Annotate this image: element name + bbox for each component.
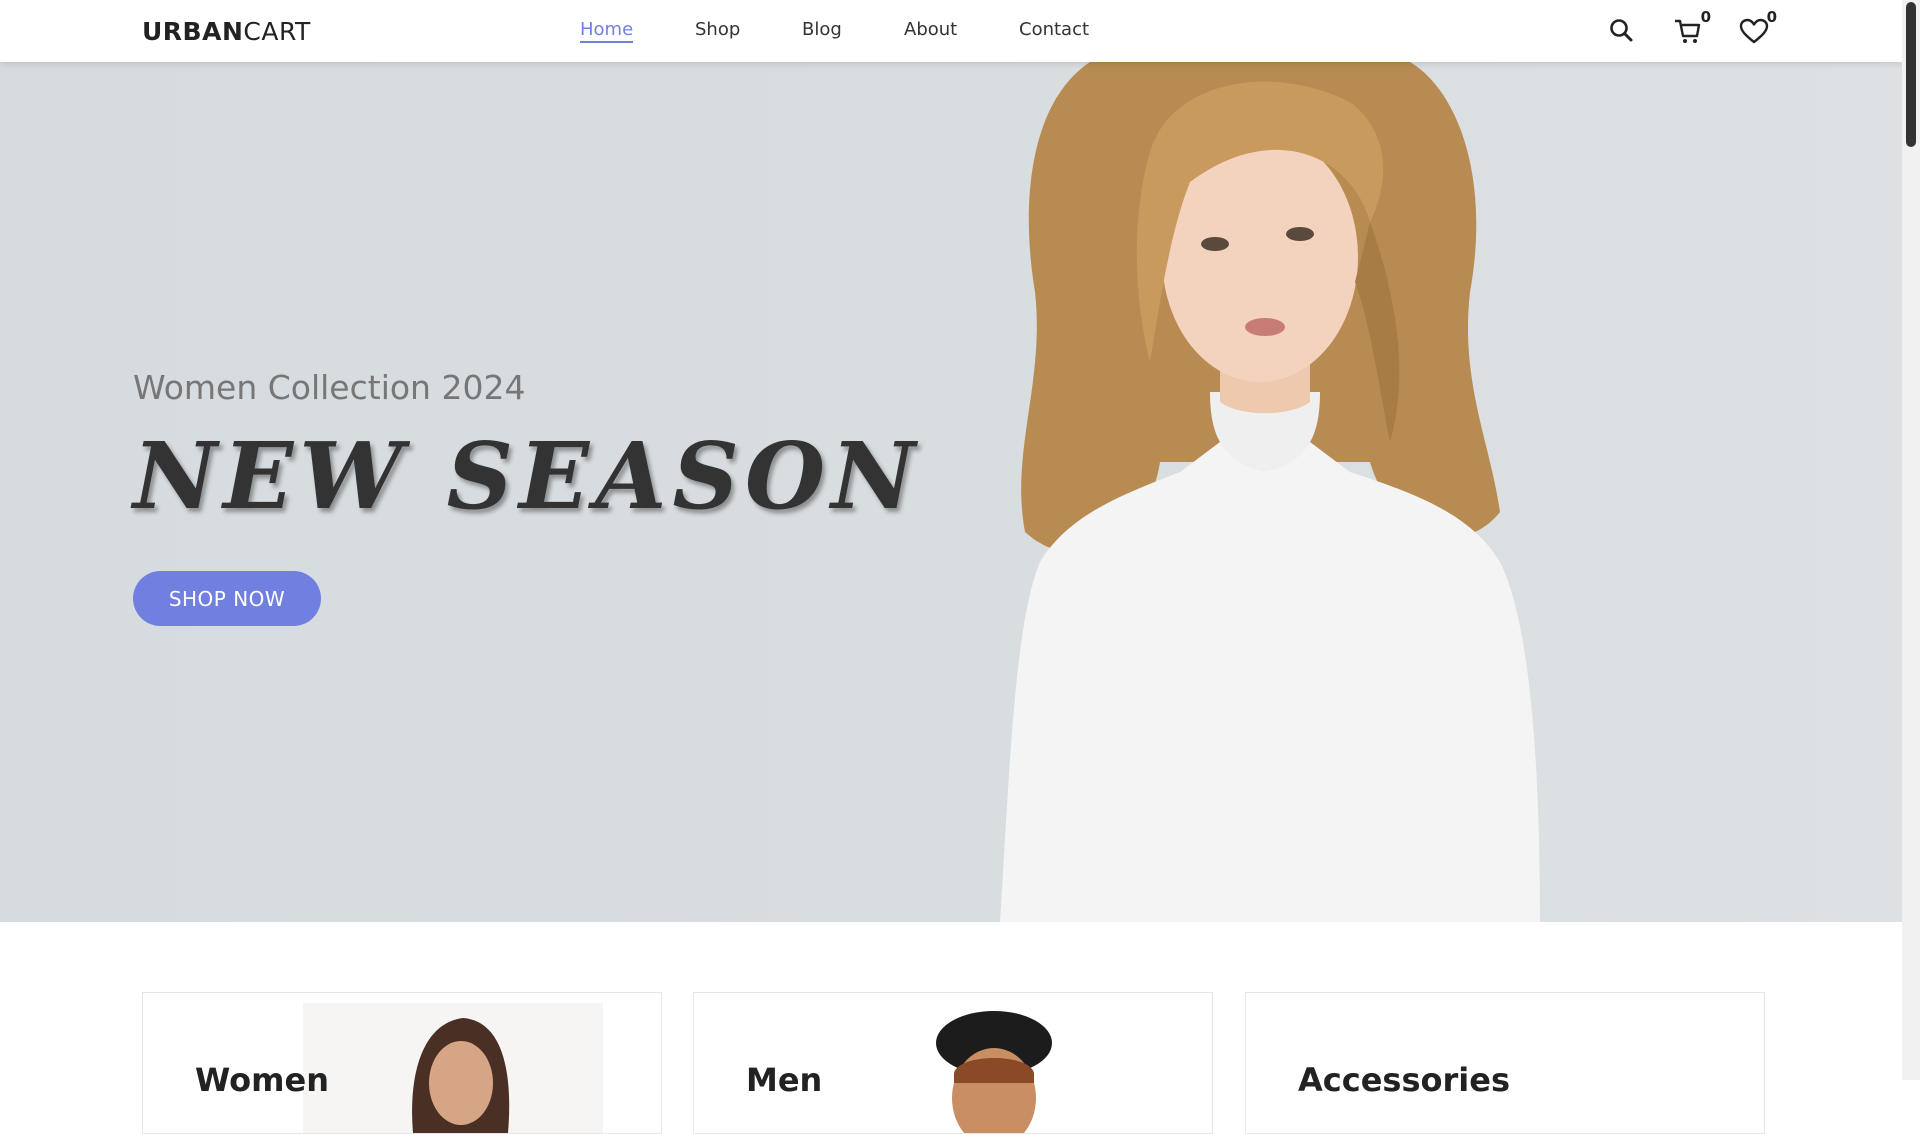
wishlist-button[interactable]: 0	[1737, 8, 1777, 48]
category-title-accessories: Accessories	[1298, 1061, 1510, 1099]
shop-now-button[interactable]: SHOP NOW	[133, 571, 321, 626]
scrollbar-thumb[interactable]	[1906, 2, 1916, 147]
search-icon	[1610, 19, 1633, 42]
nav-shop[interactable]: Shop	[695, 19, 740, 40]
search-button[interactable]	[1605, 14, 1639, 48]
nav-contact[interactable]: Contact	[1019, 19, 1089, 40]
site-logo[interactable]: URBANCART	[142, 17, 311, 46]
category-card-men[interactable]: Men	[693, 992, 1213, 1134]
category-men-image	[936, 1011, 1052, 1133]
nav-about[interactable]: About	[904, 19, 957, 40]
logo-rest-text: CART	[243, 17, 311, 46]
logo-bold-text: URBAN	[142, 17, 244, 46]
site-header: URBANCART Home Shop Blog About Contact 0…	[0, 0, 1902, 62]
hero-banner: Women Collection 2024 NEW SEASON SHOP NO…	[0, 62, 1902, 922]
cart-button[interactable]: 0	[1671, 8, 1711, 48]
hero-title: NEW SEASON	[133, 422, 922, 530]
nav-home[interactable]: Home	[580, 19, 634, 43]
category-women-image	[303, 1003, 603, 1133]
cart-count-badge: 0	[1700, 8, 1711, 26]
hero-subtitle: Women Collection 2024	[133, 368, 526, 407]
page-scrollbar[interactable]	[1902, 0, 1920, 1080]
category-card-women[interactable]: Women	[142, 992, 662, 1134]
category-title-women: Women	[195, 1061, 329, 1099]
wishlist-count-badge: 0	[1766, 8, 1777, 26]
hero-model-image	[1000, 62, 1540, 922]
nav-blog[interactable]: Blog	[802, 19, 842, 40]
category-card-accessories[interactable]: Accessories	[1245, 992, 1765, 1134]
category-title-men: Men	[746, 1061, 823, 1099]
